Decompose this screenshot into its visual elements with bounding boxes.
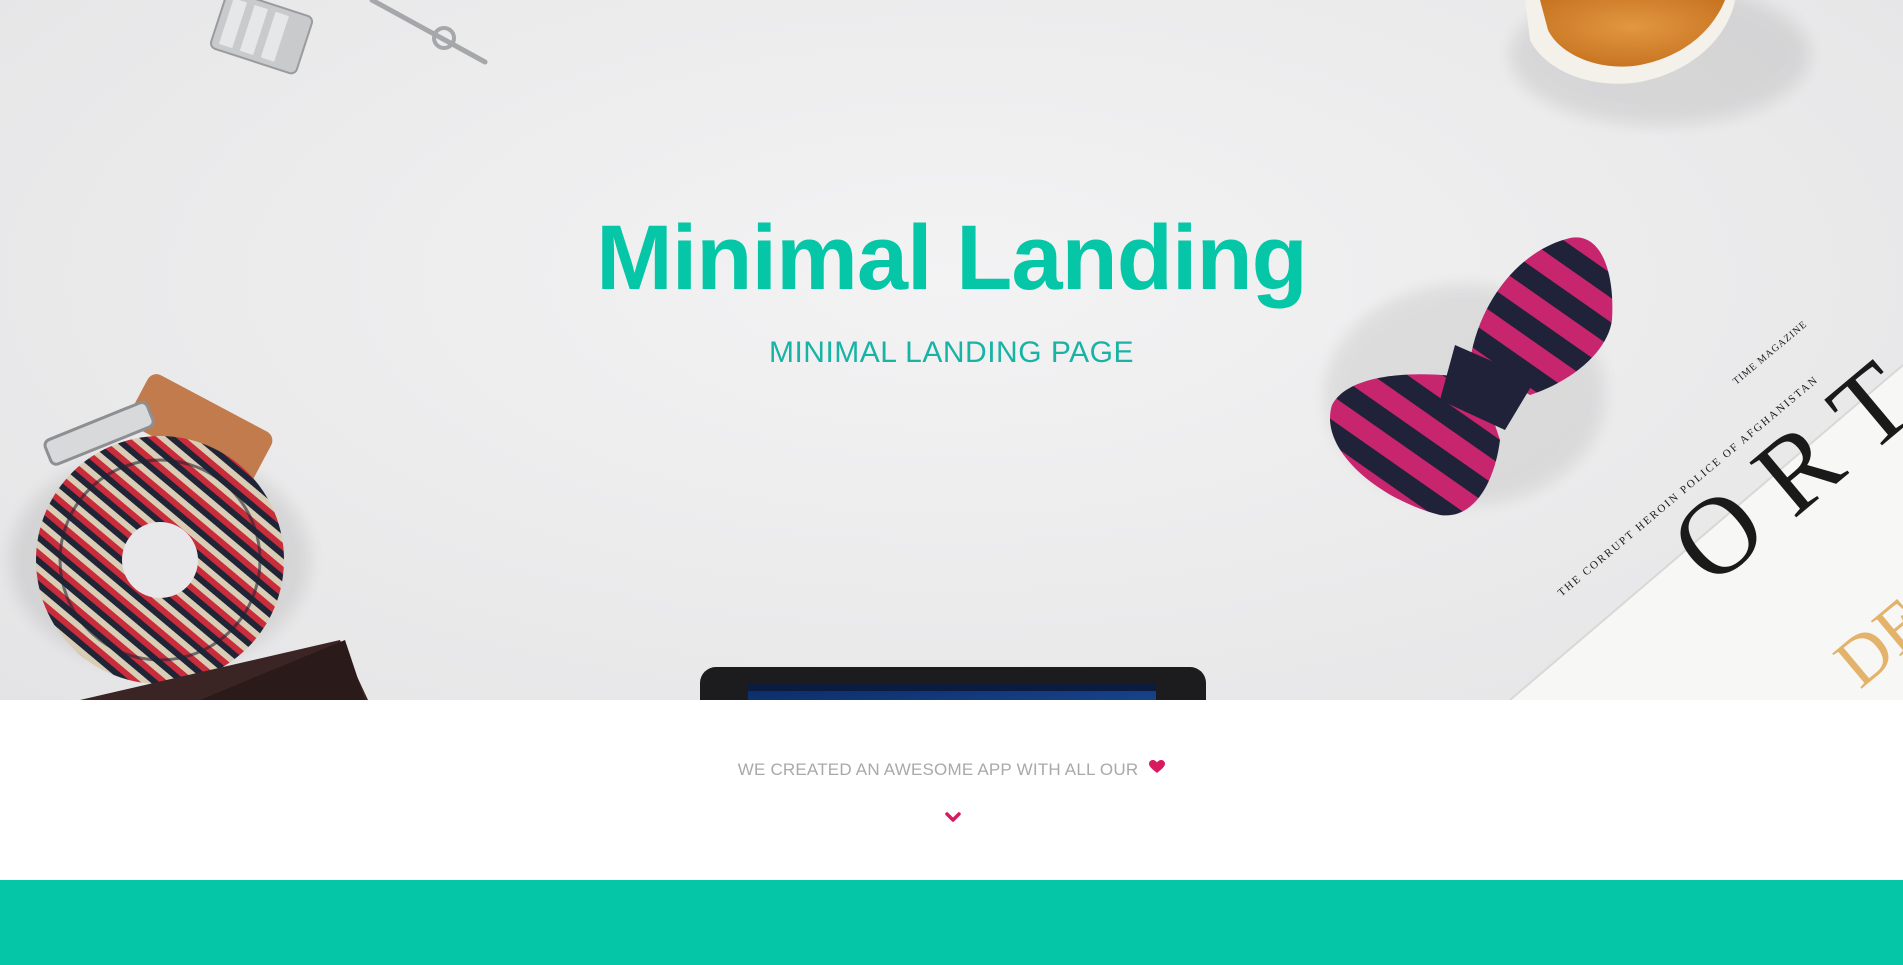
hero-subtitle: MINIMAL LANDING PAGE [768, 336, 1135, 369]
heart-icon [1149, 759, 1166, 779]
tagline-text: WE CREATED AN AWESOME APP WITH ALL OUR [737, 760, 1139, 779]
shoe-image [1510, 0, 1810, 125]
chevron-down-icon[interactable] [944, 811, 962, 825]
hero-section: O R T THE CORRUPT HEROIN POLICE OF AFGHA… [0, 0, 1903, 700]
hero-title: Minimal Landing [596, 207, 1308, 309]
tagline: WE CREATED AN AWESOME APP WITH ALL OUR [0, 760, 1903, 780]
tablet-image [700, 667, 1206, 700]
key-image [369, 0, 488, 65]
belt-image [10, 374, 310, 684]
next-section-band [0, 880, 1903, 965]
watch-band-image [210, 0, 314, 75]
